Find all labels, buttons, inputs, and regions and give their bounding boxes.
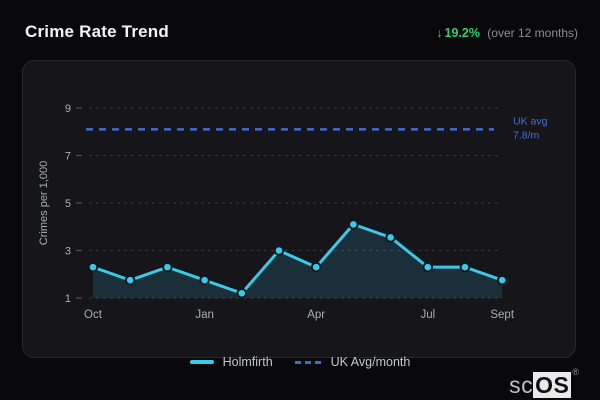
chart-card: 1 3 5 7 9 Crimes per 1,000 UK avg 7.8/m Oct Jan Ap… [22, 60, 576, 358]
data-point-aug [459, 261, 471, 273]
legend-label-uk-avg: UK Avg/month [330, 355, 411, 369]
data-point-may [348, 219, 359, 230]
uk-avg-label: 7.8/m [513, 129, 540, 141]
trend-caption: (over 12 months) [487, 26, 578, 40]
data-point-jan [199, 274, 210, 286]
x-tick-label: Oct [84, 309, 103, 321]
data-point-nov [124, 274, 136, 286]
y-tick-label: 3 [65, 246, 71, 258]
data-point-jun [385, 232, 396, 243]
data-point-apr [310, 261, 322, 273]
legend-item-holmfirth: Holmfirth [189, 355, 273, 369]
x-tick-label: Apr [307, 309, 325, 321]
down-arrow-icon: ↓ [436, 26, 443, 40]
y-axis-title: Crimes per 1,000 [38, 161, 50, 245]
crime-trend-chart: 1 3 5 7 9 Crimes per 1,000 UK avg 7.8/m Oct Jan Ap… [38, 103, 548, 321]
y-tick-label: 7 [65, 151, 71, 163]
trend-indicator: ↓ 19.2% (over 12 months) [436, 26, 578, 40]
scos-logo: scOS ® [509, 357, 579, 400]
data-point-jul [422, 261, 434, 273]
uk-avg-dash-swatch [294, 360, 322, 364]
y-tick-label: 9 [65, 103, 71, 115]
trend-percent: 19.2% [444, 26, 480, 40]
legend-item-uk-avg: UK Avg/month [294, 355, 411, 369]
y-tick-label: 1 [65, 293, 71, 305]
data-point-sept [496, 274, 508, 286]
data-point-mar [273, 245, 285, 256]
data-point-feb [236, 287, 248, 299]
registered-mark-icon: ® [572, 367, 579, 377]
x-tick-label: Jan [195, 309, 214, 321]
holmfirth-area [93, 224, 503, 298]
holmfirth-line-swatch [189, 360, 214, 364]
y-tick-label: 5 [65, 198, 71, 210]
legend-label-holmfirth: Holmfirth [222, 355, 273, 369]
data-point-dec [162, 261, 173, 273]
x-tick-label: Sept [490, 309, 514, 321]
crime-dashboard: { "header": { "title": "Crime Rate Trend… [0, 0, 600, 400]
panel-header: Crime Rate Trend ↓ 19.2% (over 12 months) [25, 22, 578, 42]
data-point-oct [87, 261, 99, 273]
uk-avg-label: UK avg [513, 115, 548, 127]
page-title: Crime Rate Trend [25, 22, 169, 41]
x-tick-label: Jul [420, 309, 435, 321]
logo-prefix: sc [509, 372, 534, 398]
logo-box: OS [533, 372, 572, 398]
